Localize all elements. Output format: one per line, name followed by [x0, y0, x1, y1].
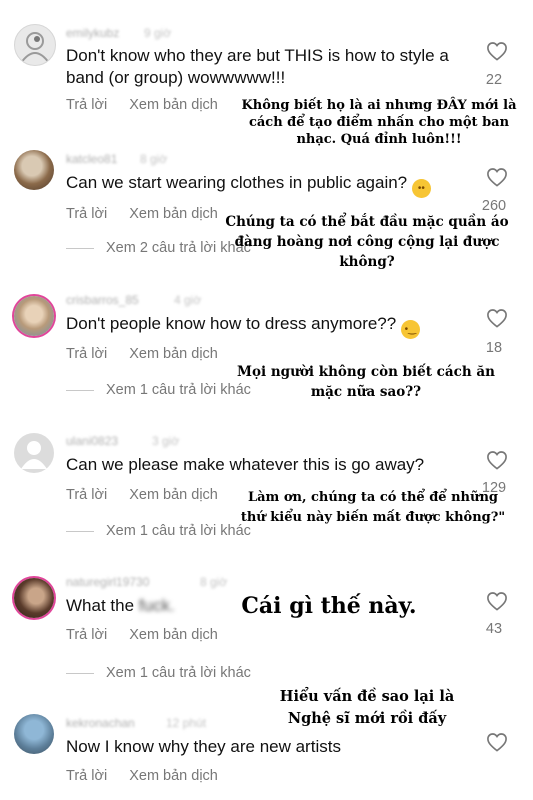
comment-text: Don't know who they are but THIS is how …	[66, 46, 449, 87]
heart-icon[interactable]	[486, 308, 508, 328]
translation-overlay: Mọi người không còn biết cách ăn mặc nữa…	[237, 364, 495, 400]
like-count: 43	[485, 621, 503, 637]
divider	[66, 672, 94, 674]
timestamp: 8 giờ	[200, 575, 228, 589]
see-translation-button[interactable]: Xem bản dịch	[129, 346, 218, 362]
username[interactable]: crisbarros_85	[66, 293, 139, 307]
avatar-image	[20, 32, 50, 64]
rolling-eyes-emoji: ••	[411, 179, 431, 198]
see-translation-button[interactable]: Xem bản dịch	[129, 487, 218, 503]
avatar[interactable]	[14, 714, 54, 754]
view-replies-label: Xem 1 câu trả lời khác	[106, 523, 251, 539]
see-translation-button[interactable]: Xem bản dịch	[129, 97, 218, 113]
heart-icon[interactable]	[486, 732, 508, 752]
reply-button[interactable]: Trả lời	[66, 346, 107, 362]
heart-icon[interactable]	[486, 41, 508, 61]
divider	[66, 247, 94, 249]
translation-overlay: Hiểu vấn đề sao lại là Nghệ sĩ mới rồi đ…	[279, 688, 455, 727]
divider	[66, 389, 94, 391]
view-replies-label: Xem 1 câu trả lời khác	[106, 665, 251, 681]
comment-actions: Trả lời Xem bản dịch	[66, 206, 240, 222]
divider	[66, 530, 94, 532]
translation-overlay: Làm ơn, chúng ta có thể để những thứ kiể…	[240, 490, 506, 525]
timestamp: 4 giờ	[174, 293, 202, 307]
reply-button[interactable]: Trả lời	[66, 487, 107, 503]
raised-eyebrow-emoji: •‿	[400, 320, 420, 339]
comment-actions: Trả lời Xem bản dịch	[66, 768, 240, 784]
see-translation-button[interactable]: Xem bản dịch	[129, 627, 218, 643]
username[interactable]: naturegirl19730	[66, 575, 149, 589]
translation-overlay: Chúng ta có thể bắt đầu mặc quần áo đàng…	[225, 214, 509, 270]
comment-text: Can we please make whatever this is go a…	[66, 455, 425, 474]
like-count: 22	[485, 72, 503, 88]
comment-1: emilykubz 9 giờ Don't know who they are …	[0, 0, 533, 150]
reply-button[interactable]: Trả lời	[66, 627, 107, 643]
view-replies-button[interactable]: Xem 1 câu trả lời khác	[66, 665, 251, 681]
reply-button[interactable]: Trả lời	[66, 768, 107, 784]
comment-actions: Trả lời Xem bản dịch	[66, 346, 240, 362]
comment-actions: Trả lời Xem bản dịch	[66, 487, 240, 503]
avatar[interactable]	[14, 433, 54, 473]
avatar[interactable]	[14, 578, 54, 618]
comment-actions: Trả lời Xem bản dịch	[66, 627, 240, 643]
reply-button[interactable]: Trả lời	[66, 97, 107, 113]
reply-button[interactable]: Trả lời	[66, 206, 107, 222]
view-replies-label: Xem 1 câu trả lời khác	[106, 382, 251, 398]
translation-overlay: Cái gì thế này.	[241, 593, 417, 619]
comment-text: Now I know why they are new artists	[66, 737, 341, 756]
timestamp: 8 giờ	[140, 152, 168, 166]
translation-overlay: Không biết họ là ai nhưng ĐÂY mới là các…	[241, 98, 517, 147]
default-avatar-icon	[21, 441, 47, 469]
timestamp: 3 giờ	[152, 434, 180, 448]
username[interactable]: ulani0823	[66, 434, 118, 448]
comment-text-content: Don't people know how to dress anymore??	[66, 314, 397, 333]
heart-icon[interactable]	[486, 591, 508, 611]
avatar[interactable]	[14, 24, 56, 66]
username[interactable]: kekronachan	[66, 716, 135, 730]
avatar[interactable]	[14, 150, 54, 190]
avatar[interactable]	[14, 296, 54, 336]
timestamp: 12 phút	[166, 716, 207, 730]
view-replies-button[interactable]: Xem 1 câu trả lời khác	[66, 523, 251, 539]
comment-text-content: Can we start wearing clothes in public a…	[66, 173, 408, 192]
username[interactable]: katcleo81	[66, 152, 117, 166]
view-replies-button[interactable]: Xem 1 câu trả lời khác	[66, 382, 251, 398]
timestamp: 9 giờ	[144, 26, 172, 40]
username[interactable]: emilykubz	[66, 26, 119, 40]
heart-icon[interactable]	[486, 450, 508, 470]
comment-actions: Trả lời Xem bản dịch	[66, 97, 240, 113]
comment-text: Don't people know how to dress anymore??…	[66, 313, 466, 339]
comment-text-prefix: What the	[66, 596, 135, 615]
see-translation-button[interactable]: Xem bản dịch	[129, 206, 218, 222]
comment-text: Can we start wearing clothes in public a…	[66, 172, 466, 198]
heart-icon[interactable]	[486, 167, 508, 187]
like-count: 18	[485, 340, 503, 356]
censored-word: fuck.	[138, 596, 175, 615]
see-translation-button[interactable]: Xem bản dịch	[129, 768, 218, 784]
